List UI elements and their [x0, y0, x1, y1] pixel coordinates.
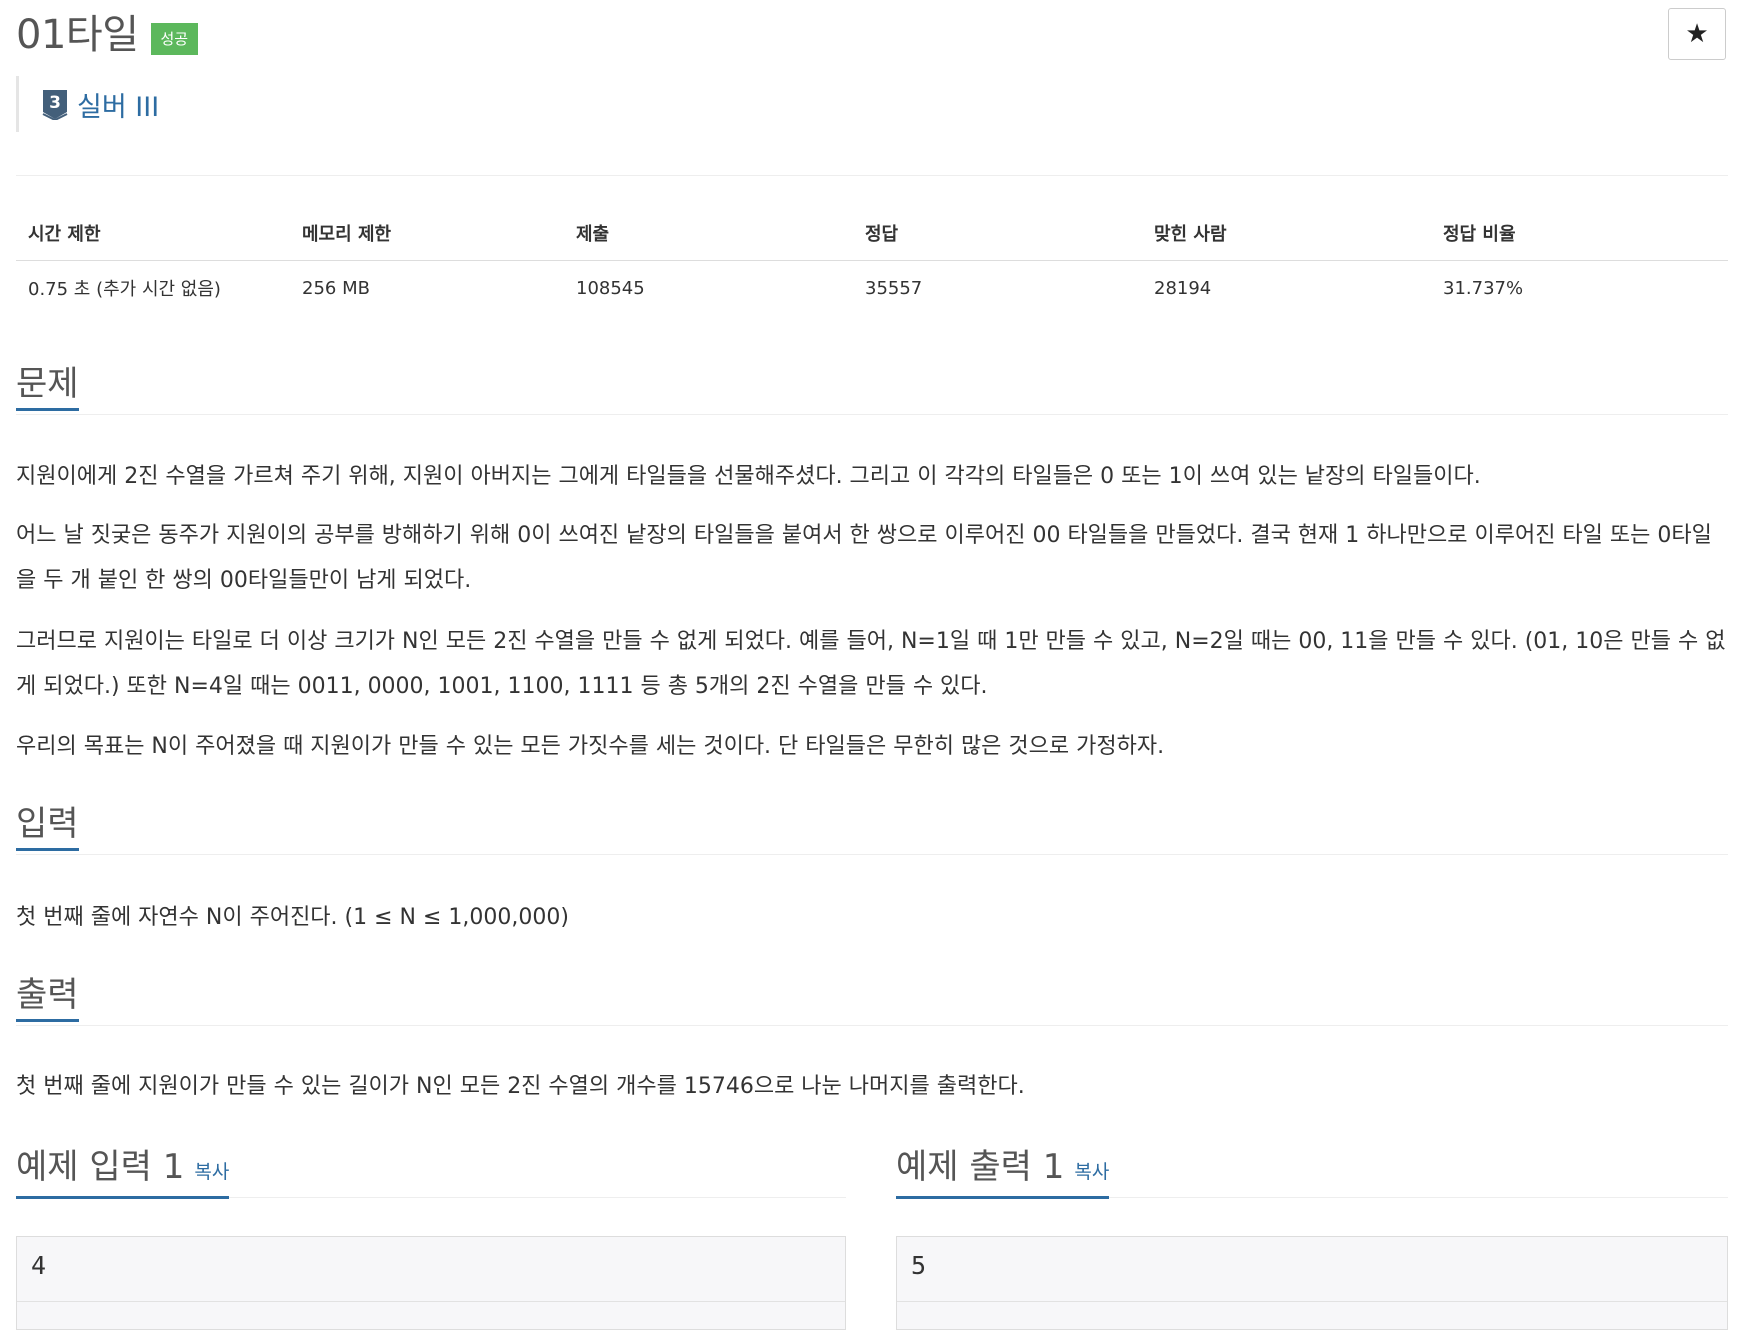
status-badge: 성공	[150, 23, 199, 55]
ratio-value: 31.737%	[1443, 277, 1524, 299]
tier-shield-icon: 3	[42, 90, 68, 120]
input-description: 첫 번째 줄에 자연수 N이 주어진다. (1 ≤ N ≤ 1,000,000)	[16, 905, 569, 930]
input-heading: 입력	[16, 800, 79, 851]
column-header-memory-limit: 메모리 제한	[290, 212, 564, 261]
column-header-time-limit: 시간 제한	[16, 212, 290, 261]
tier-label: 실버 III	[77, 91, 160, 123]
time-limit-value: 0.75 초 (추가 시간 없음)	[28, 279, 221, 300]
problem-paragraph: 지원이에게 2진 수열을 가르쳐 주기 위해, 지원이 아버지는 그에게 타일들…	[16, 464, 1481, 489]
problem-paragraph: 어느 날 짓궂은 동주가 지원이의 공부를 방해하기 위해 0이 쓰여진 낱장의…	[16, 523, 1712, 593]
copy-input-link[interactable]: 복사	[194, 1161, 229, 1183]
problem-section-header: 문제	[16, 360, 1728, 415]
output-description: 첫 번째 줄에 지원이가 만들 수 있는 길이가 N인 모든 2진 수열의 개수…	[16, 1074, 1025, 1099]
output-section-header: 출력	[16, 971, 1728, 1026]
submissions-value: 108545	[576, 277, 645, 299]
sample-input-box[interactable]: 4	[16, 1236, 846, 1330]
tier-badge[interactable]: 3 실버 III	[16, 76, 159, 132]
sample-input-header: 예제 입력 1 복사	[16, 1143, 846, 1199]
star-icon: ★	[1685, 19, 1709, 49]
problem-info-table: 시간 제한 메모리 제한 제출 정답 맞힌 사람 정답 비율 0.75 초 (추…	[16, 212, 1728, 311]
input-section-header: 입력	[16, 800, 1728, 855]
divider	[897, 1301, 1727, 1302]
solvers-value: 28194	[1154, 277, 1212, 299]
column-header-solvers: 맞힌 사람	[1142, 212, 1431, 261]
table-header-row: 시간 제한 메모리 제한 제출 정답 맞힌 사람 정답 비율	[16, 212, 1728, 261]
column-header-submissions: 제출	[564, 212, 853, 261]
accepted-value: 35557	[865, 277, 923, 299]
sample-output-box[interactable]: 5	[896, 1236, 1728, 1330]
star-button[interactable]: ★	[1668, 8, 1726, 60]
title-row: 01타일 성공	[16, 10, 199, 60]
problem-heading: 문제	[16, 360, 79, 411]
copy-output-link[interactable]: 복사	[1074, 1161, 1109, 1183]
column-header-ratio: 정답 비율	[1431, 212, 1728, 261]
column-header-accepted: 정답	[853, 212, 1142, 261]
memory-limit-value: 256 MB	[302, 277, 370, 299]
sample-output-header: 예제 출력 1 복사	[896, 1143, 1728, 1199]
tier-number: 3	[49, 93, 61, 113]
page-title: 01타일	[16, 12, 139, 58]
output-heading: 출력	[16, 971, 79, 1022]
divider	[17, 1301, 845, 1302]
divider	[16, 175, 1728, 176]
problem-paragraph: 그러므로 지원이는 타일로 더 이상 크기가 N인 모든 2진 수열을 만들 수…	[16, 629, 1726, 699]
sample-input-heading: 예제 입력 1 복사	[16, 1143, 230, 1199]
sample-output-heading: 예제 출력 1 복사	[896, 1143, 1110, 1199]
sample-input-value: 4	[31, 1251, 47, 1280]
table-row: 0.75 초 (추가 시간 없음) 256 MB 108545 35557 28…	[16, 261, 1728, 312]
sample-output-value: 5	[911, 1251, 927, 1280]
problem-paragraph: 우리의 목표는 N이 주어졌을 때 지원이가 만들 수 있는 모든 가짓수를 세…	[16, 734, 1165, 759]
